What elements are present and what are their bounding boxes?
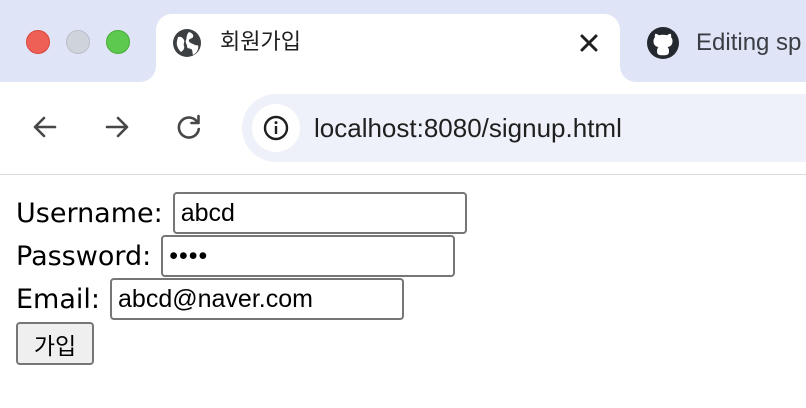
password-row: Password: <box>16 234 456 278</box>
tab-strip: 회원가입 Editing sp <box>0 0 806 84</box>
email-label: Email: <box>16 283 101 315</box>
signup-button[interactable]: 가입 <box>16 322 94 365</box>
browser-toolbar: localhost:8080/signup.html <box>0 82 806 174</box>
reload-icon[interactable] <box>174 112 204 142</box>
url-text: localhost:8080/signup.html <box>314 113 622 143</box>
address-bar[interactable]: localhost:8080/signup.html <box>242 94 806 162</box>
browser-window: 회원가입 Editing sp localhost:8080/signup.ht… <box>0 0 806 408</box>
tab-editing[interactable]: Editing sp <box>646 14 806 70</box>
arrow-left-icon[interactable] <box>30 112 60 142</box>
tab-title: 회원가입 <box>220 30 301 55</box>
globe-icon <box>172 28 202 58</box>
page-content: Username: Password: Email: 가입 <box>0 175 806 408</box>
password-label: Password: <box>16 240 152 272</box>
window-close-button[interactable] <box>26 30 50 54</box>
close-icon[interactable] <box>576 30 602 56</box>
arrow-right-icon[interactable] <box>102 112 132 142</box>
username-row: Username: <box>16 191 467 235</box>
password-input[interactable] <box>161 235 456 277</box>
email-input[interactable] <box>110 278 405 320</box>
tab-title: Editing sp <box>696 29 802 56</box>
window-minimize-button[interactable] <box>66 30 90 54</box>
username-label: Username: <box>16 197 163 229</box>
info-icon[interactable] <box>252 104 300 152</box>
tab-signup[interactable]: 회원가입 <box>156 14 620 84</box>
github-icon <box>646 26 680 60</box>
window-maximize-button[interactable] <box>106 30 130 54</box>
username-input[interactable] <box>172 192 467 234</box>
email-row: Email: <box>16 277 405 321</box>
